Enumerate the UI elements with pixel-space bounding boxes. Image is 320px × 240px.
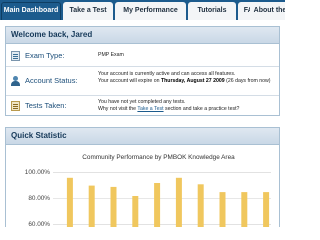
tab-my-performance[interactable]: My Performance (115, 2, 186, 20)
dashboard-screen: Main Dashboard Take a Test My Performanc… (0, 0, 285, 227)
expiry-prefix: Your account will expire on (98, 78, 161, 84)
account-status-line-1: Your account is currently active and can… (98, 71, 236, 77)
quick-statistic-panel: Quick Statistic Community Performance by… (5, 127, 280, 227)
tab-take-a-test[interactable]: Take a Test (63, 2, 113, 20)
account-status-line-2: Your account will expire on Thursday, Au… (98, 78, 278, 85)
chart-bar (110, 186, 117, 227)
exam-icon (11, 51, 20, 61)
exam-type-value: PMP Exam (98, 52, 278, 59)
account-icon (11, 76, 20, 86)
chart-bar (132, 196, 139, 227)
exam-type-row: Exam Type: PMP Exam (6, 47, 279, 65)
expiry-date: Thursday, August 27 2009 (160, 78, 225, 84)
account-status-label: Account Status: (25, 76, 78, 85)
tests-suffix: section and take a practice test? (163, 106, 240, 112)
expiry-suffix: (26 days from now) (224, 78, 271, 84)
tab-main-dashboard[interactable]: Main Dashboard (1, 2, 61, 20)
y-tick-label: 100.00% (24, 168, 50, 176)
chart-bar (263, 192, 270, 227)
chart-bar (154, 183, 161, 227)
exam-type-text: PMP Exam (98, 52, 124, 58)
tests-taken-line-1: You have not yet completed any tests. (98, 99, 186, 105)
tests-taken-value: You have not yet completed any tests. Wh… (98, 99, 278, 113)
tests-taken-line-2: Why not visit the Take a Test section an… (98, 106, 278, 113)
chart-plot (53, 172, 271, 227)
chart-bar (219, 192, 226, 227)
chart-bar (197, 184, 204, 227)
account-status-value: Your account is currently active and can… (98, 71, 278, 85)
chart-bar (175, 177, 182, 227)
quick-statistic-title: Quick Statistic (6, 128, 279, 145)
tests-taken-row: Tests Taken: You have not yet completed … (6, 95, 279, 116)
chart-bar (88, 185, 95, 227)
tab-tutorials[interactable]: Tutorials (188, 2, 236, 20)
chart-bar (66, 177, 73, 227)
tests-prefix: Why not visit the (98, 106, 138, 112)
chart-bar (241, 192, 248, 227)
exam-type-label: Exam Type: (25, 51, 65, 60)
main-nav: Main Dashboard Take a Test My Performanc… (0, 0, 285, 20)
tests-taken-label: Tests Taken: (25, 101, 67, 110)
performance-chart: Community Performance by PMBOK Knowledge… (6, 145, 279, 227)
y-tick-label: 60.00% (28, 220, 50, 228)
welcome-panel: Welcome back, Jared Exam Type: PMP Exam … (5, 26, 280, 116)
tests-icon (11, 101, 20, 111)
welcome-title: Welcome back, Jared (6, 27, 279, 44)
y-tick-label: 80.00% (28, 194, 50, 202)
take-a-test-link[interactable]: Take a Test (137, 106, 163, 112)
tab-about[interactable]: About the (250, 2, 285, 20)
account-status-row: Account Status: Your account is currentl… (6, 66, 279, 95)
